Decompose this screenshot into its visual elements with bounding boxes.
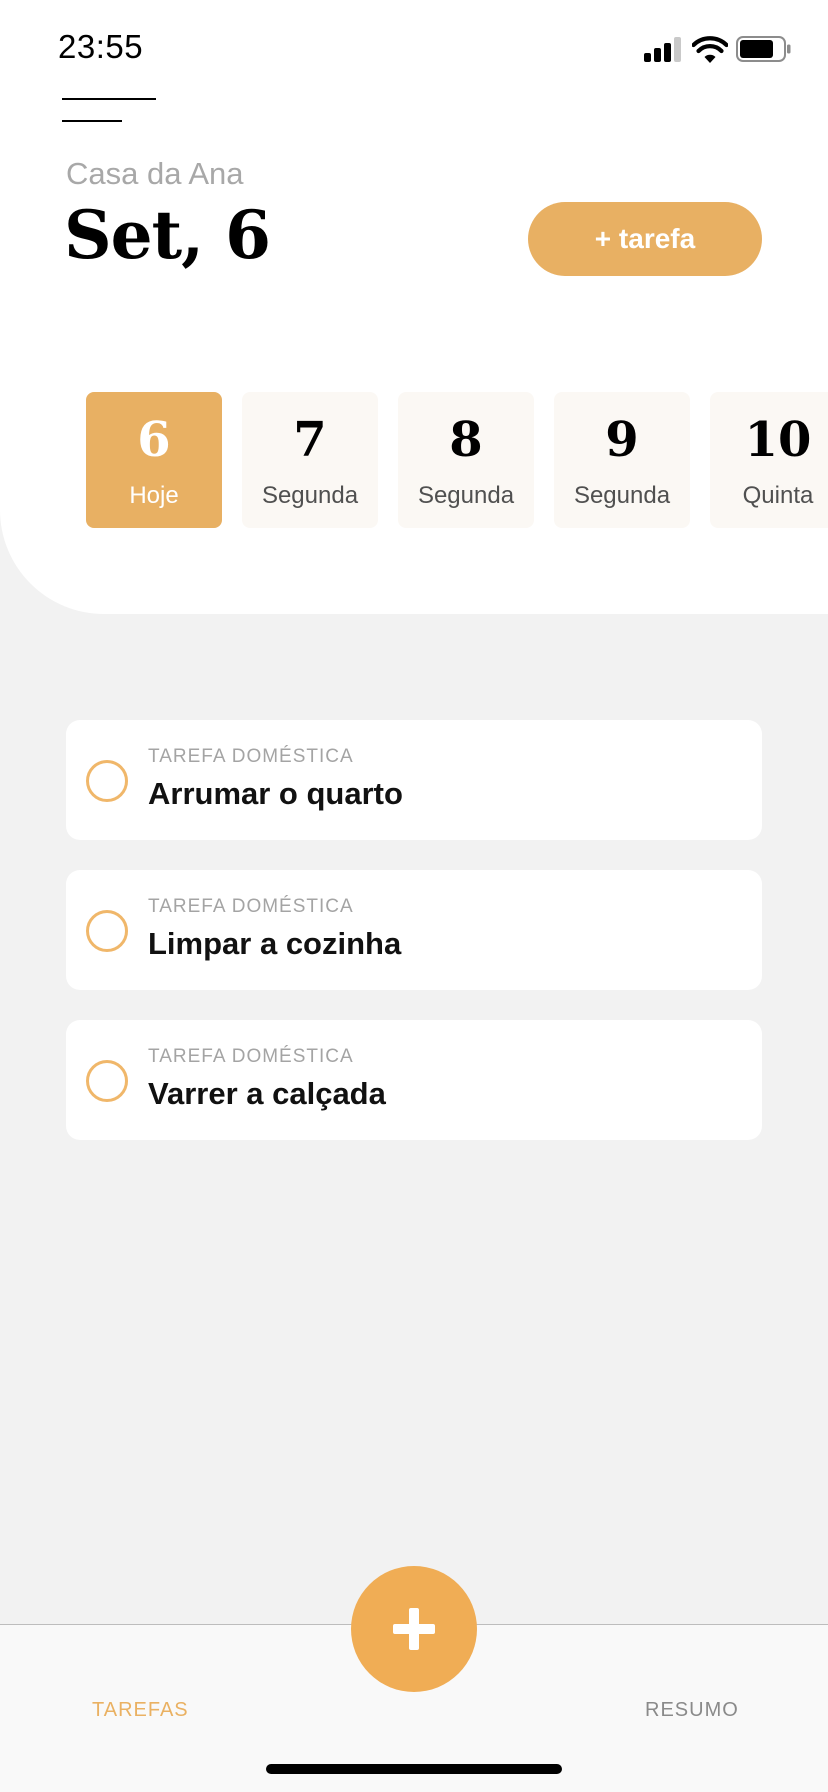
tab-tasks[interactable]: TAREFAS <box>92 1699 189 1722</box>
battery-icon <box>736 36 791 62</box>
task-item[interactable]: TAREFA DOMÉSTICA Limpar a cozinha <box>66 870 762 990</box>
day-card[interactable]: 10 Quinta <box>710 392 828 528</box>
status-icons <box>644 36 794 63</box>
task-checkbox[interactable] <box>86 910 128 952</box>
screen: 23:55 Casa da Ana Set, 6 + tarefa 6 Hoje… <box>0 0 828 1792</box>
task-checkbox[interactable] <box>86 760 128 802</box>
page-title: Set, 6 <box>64 196 271 274</box>
day-card-today[interactable]: 6 Hoje <box>86 392 222 528</box>
day-number: 9 <box>605 412 639 468</box>
add-task-button[interactable]: + tarefa <box>528 202 762 276</box>
task-checkbox[interactable] <box>86 1060 128 1102</box>
task-category: TAREFA DOMÉSTICA <box>148 746 354 767</box>
task-title: Limpar a cozinha <box>148 926 402 961</box>
task-category: TAREFA DOMÉSTICA <box>148 896 354 917</box>
day-label: Segunda <box>417 482 515 509</box>
tab-summary[interactable]: RESUMO <box>645 1699 739 1722</box>
status-time: 23:55 <box>58 28 144 65</box>
day-label: Hoje <box>129 482 179 509</box>
day-card[interactable]: 7 Segunda <box>242 392 378 528</box>
task-title: Varrer a calçada <box>148 1076 386 1111</box>
task-item[interactable]: TAREFA DOMÉSTICA Varrer a calçada <box>66 1020 762 1140</box>
home-indicator <box>266 1764 562 1774</box>
day-card[interactable]: 8 Segunda <box>398 392 534 528</box>
day-label: Segunda <box>261 482 359 509</box>
day-card[interactable]: 9 Segunda <box>554 392 690 528</box>
day-label: Segunda <box>573 482 671 509</box>
day-number: 7 <box>293 412 327 468</box>
add-fab-button[interactable] <box>351 1566 477 1692</box>
day-number: 8 <box>449 412 483 468</box>
wifi-icon <box>692 36 728 63</box>
header-panel: 23:55 Casa da Ana Set, 6 + tarefa 6 Hoje… <box>0 0 828 614</box>
task-item[interactable]: TAREFA DOMÉSTICA Arrumar o quarto <box>66 720 762 840</box>
hamburger-menu-icon[interactable] <box>62 96 158 126</box>
day-number: 6 <box>137 412 171 468</box>
task-category: TAREFA DOMÉSTICA <box>148 1046 354 1067</box>
day-strip: 6 Hoje 7 Segunda 8 Segunda 9 Segunda 10 … <box>0 392 828 530</box>
day-number: 10 <box>744 412 812 468</box>
task-title: Arrumar o quarto <box>148 776 403 811</box>
day-label: Quinta <box>742 482 814 509</box>
house-name: Casa da Ana <box>66 156 244 191</box>
signal-icon <box>644 36 684 62</box>
